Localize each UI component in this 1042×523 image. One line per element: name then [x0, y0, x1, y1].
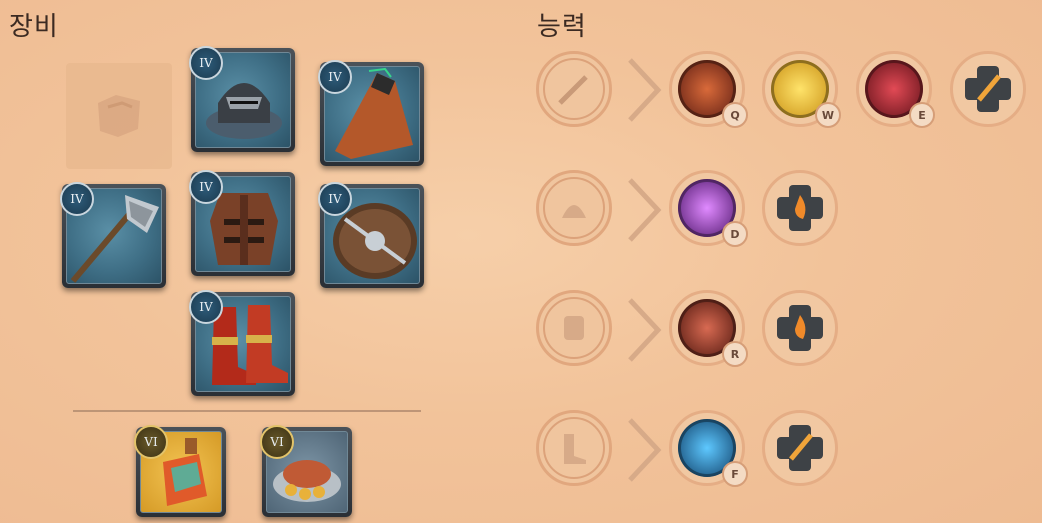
helmet-passive-icon — [562, 205, 586, 218]
sword-passive-icon — [777, 425, 823, 471]
equipment-title: 장비 — [9, 12, 59, 42]
tier-badge: VI — [134, 425, 168, 459]
cape-slot[interactable]: IV — [318, 60, 424, 166]
key-label: R — [722, 341, 748, 367]
fire-icon — [777, 185, 823, 231]
ability-d[interactable]: D — [669, 170, 748, 247]
weapon-passive[interactable] — [536, 51, 612, 127]
offhand-slot[interactable]: IV — [318, 182, 424, 288]
chest-slot[interactable]: IV — [189, 170, 295, 276]
key-label: D — [722, 221, 748, 247]
ability-r[interactable]: R — [669, 290, 748, 367]
shoes-slot[interactable]: IV — [189, 290, 295, 396]
abilities-title: 능력 — [537, 12, 587, 42]
tier-badge: IV — [318, 182, 352, 216]
shoes-passive-slot[interactable] — [762, 410, 838, 486]
ability-w[interactable]: W — [762, 51, 841, 128]
shoes-passive[interactable] — [536, 410, 612, 486]
head-passive-slot[interactable] — [762, 170, 838, 246]
weapon-passive-slot[interactable] — [950, 51, 1026, 127]
boots-passive-icon — [564, 434, 586, 464]
key-label: Q — [722, 102, 748, 128]
ability-q[interactable]: Q — [669, 51, 748, 128]
tier-badge: IV — [189, 290, 223, 324]
bag-icon — [98, 95, 140, 137]
tier-badge: IV — [189, 170, 223, 204]
chevron-right-icon — [628, 178, 662, 242]
sword-icon — [558, 75, 588, 105]
chevron-right-icon — [628, 58, 662, 122]
key-label: E — [909, 102, 935, 128]
divider — [73, 410, 421, 412]
fire-icon — [777, 305, 823, 351]
key-label: W — [815, 102, 841, 128]
key-label: F — [722, 461, 748, 487]
tier-badge: IV — [318, 60, 352, 94]
bag-slot-empty[interactable] — [66, 63, 172, 169]
tier-badge: IV — [60, 182, 94, 216]
head-slot[interactable]: IV — [189, 46, 295, 152]
tier-badge: VI — [260, 425, 294, 459]
potion-slot[interactable]: VI — [134, 425, 226, 517]
chevron-right-icon — [628, 298, 662, 362]
head-passive[interactable] — [536, 170, 612, 246]
ability-e[interactable]: E — [856, 51, 935, 128]
chest-passive[interactable] — [536, 290, 612, 366]
armor-passive-icon — [564, 316, 584, 340]
sword-passive-icon — [965, 66, 1011, 112]
tier-badge: IV — [189, 46, 223, 80]
ability-f[interactable]: F — [669, 410, 748, 487]
food-slot[interactable]: VI — [260, 425, 352, 517]
chest-passive-slot[interactable] — [762, 290, 838, 366]
weapon-slot[interactable]: IV — [60, 182, 166, 288]
chevron-right-icon — [628, 418, 662, 482]
